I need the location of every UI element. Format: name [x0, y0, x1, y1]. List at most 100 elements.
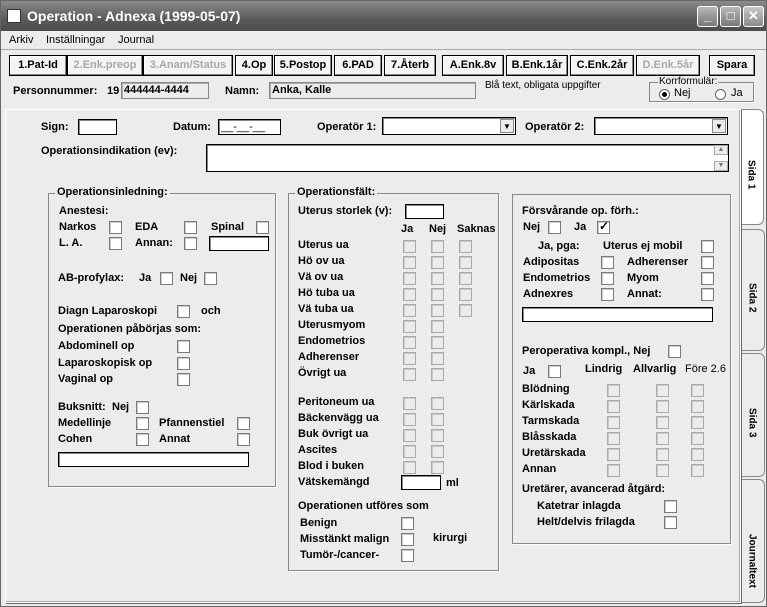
kompl-allvarlig-checkbox[interactable] [656, 416, 669, 429]
la-checkbox[interactable] [109, 237, 122, 250]
kompl-lindrig-checkbox[interactable] [607, 432, 620, 445]
falt-saknas-checkbox[interactable] [459, 304, 472, 317]
kompl-lindrig-checkbox[interactable] [607, 416, 620, 429]
falt-ja-checkbox[interactable] [403, 413, 416, 426]
falt-nej-checkbox[interactable] [431, 429, 444, 442]
falt-nej-checkbox[interactable] [431, 352, 444, 365]
nav-enk-1ar-button[interactable]: B.Enk.1år [506, 55, 568, 76]
vaginal-checkbox[interactable] [177, 373, 190, 386]
nav-aterb-button[interactable]: 7.Återb [384, 55, 436, 76]
falt-ja-checkbox[interactable] [403, 240, 416, 253]
kompl-lindrig-checkbox[interactable] [607, 448, 620, 461]
falt-nej-checkbox[interactable] [431, 288, 444, 301]
falt-nej-checkbox[interactable] [431, 397, 444, 410]
uterus-storlek-input[interactable] [405, 204, 444, 219]
annat-forsvar-checkbox[interactable] [701, 288, 714, 301]
kompl-fore-checkbox[interactable] [691, 464, 704, 477]
chevron-down-icon[interactable]: ▼ [712, 119, 726, 133]
menu-journal[interactable]: Journal [118, 34, 154, 46]
falt-ja-checkbox[interactable] [403, 336, 416, 349]
korr-nej-radio[interactable] [659, 89, 670, 100]
falt-nej-checkbox[interactable] [431, 336, 444, 349]
menu-arkiv[interactable]: Arkiv [9, 34, 33, 46]
falt-nej-checkbox[interactable] [431, 256, 444, 269]
kompl-fore-checkbox[interactable] [691, 432, 704, 445]
perop-ja-checkbox[interactable] [548, 365, 561, 378]
falt-nej-checkbox[interactable] [431, 368, 444, 381]
menu-installningar[interactable]: Inställningar [46, 34, 105, 46]
minimize-button[interactable]: _ [697, 6, 718, 27]
diagn-laparoskopi-checkbox[interactable] [177, 305, 190, 318]
close-button[interactable]: ✕ [743, 6, 764, 27]
adipositas-checkbox[interactable] [601, 256, 614, 269]
cohen-checkbox[interactable] [136, 433, 149, 446]
laparoskopisk-checkbox[interactable] [177, 357, 190, 370]
myom-checkbox[interactable] [701, 272, 714, 285]
annan-anestesi-checkbox[interactable] [184, 237, 197, 250]
kompl-lindrig-checkbox[interactable] [607, 384, 620, 397]
falt-saknas-checkbox[interactable] [459, 240, 472, 253]
benign-checkbox[interactable] [401, 517, 414, 530]
perop-nej-checkbox[interactable] [668, 345, 681, 358]
falt-ja-checkbox[interactable] [403, 429, 416, 442]
falt-nej-checkbox[interactable] [431, 304, 444, 317]
kompl-fore-checkbox[interactable] [691, 384, 704, 397]
forsvar-annat-input[interactable] [522, 307, 713, 322]
falt-saknas-checkbox[interactable] [459, 256, 472, 269]
ab-ja-checkbox[interactable] [160, 272, 173, 285]
kompl-lindrig-checkbox[interactable] [607, 464, 620, 477]
tab-sida-1[interactable]: Sida 1 [739, 109, 764, 225]
forsvar-ja-checkbox[interactable] [597, 219, 610, 234]
operator2-select[interactable]: ▼ [594, 117, 728, 135]
title-bar[interactable]: Operation - Adnexa (1999-05-07) _ □ ✕ [1, 1, 766, 31]
tumor-cancer-checkbox[interactable] [401, 549, 414, 562]
kompl-fore-checkbox[interactable] [691, 400, 704, 413]
pfannenstiel-checkbox[interactable] [237, 417, 250, 430]
ab-nej-checkbox[interactable] [204, 272, 217, 285]
falt-ja-checkbox[interactable] [403, 352, 416, 365]
abdominell-checkbox[interactable] [177, 340, 190, 353]
annan-anestesi-input[interactable] [209, 236, 269, 251]
nav-pat-id-button[interactable]: 1.Pat-Id [9, 55, 67, 76]
endometrios-forsvar-checkbox[interactable] [601, 272, 614, 285]
nav-postop-button[interactable]: 5.Postop [274, 55, 332, 76]
adnexres-checkbox[interactable] [601, 288, 614, 301]
falt-ja-checkbox[interactable] [403, 272, 416, 285]
kompl-allvarlig-checkbox[interactable] [656, 464, 669, 477]
falt-nej-checkbox[interactable] [431, 272, 444, 285]
falt-ja-checkbox[interactable] [403, 368, 416, 381]
falt-ja-checkbox[interactable] [403, 397, 416, 410]
falt-saknas-checkbox[interactable] [459, 288, 472, 301]
falt-saknas-checkbox[interactable] [459, 272, 472, 285]
kompl-allvarlig-checkbox[interactable] [656, 432, 669, 445]
frilagda-checkbox[interactable] [664, 516, 677, 529]
nav-op-button[interactable]: 4.Op [235, 55, 273, 76]
katetrar-checkbox[interactable] [664, 500, 677, 513]
nav-anam-status-button[interactable]: 3.Anam/Status [143, 55, 233, 76]
falt-ja-checkbox[interactable] [403, 320, 416, 333]
spinal-checkbox[interactable] [256, 221, 269, 234]
falt-ja-checkbox[interactable] [403, 256, 416, 269]
falt-nej-checkbox[interactable] [431, 461, 444, 474]
buksnitt-annat-input[interactable] [58, 452, 249, 467]
misstankt-malign-checkbox[interactable] [401, 533, 414, 546]
medellinje-checkbox[interactable] [136, 417, 149, 430]
falt-nej-checkbox[interactable] [431, 445, 444, 458]
vatskemangd-input[interactable] [401, 475, 441, 490]
nav-enk-preop-button[interactable]: 2.Enk.preop [67, 55, 143, 76]
falt-nej-checkbox[interactable] [431, 320, 444, 333]
falt-nej-checkbox[interactable] [431, 413, 444, 426]
operationsindikation-input[interactable]: ▲ ▼ [206, 144, 729, 172]
save-button[interactable]: Spara [709, 55, 755, 76]
kompl-allvarlig-checkbox[interactable] [656, 448, 669, 461]
forsvar-nej-checkbox[interactable] [548, 221, 561, 234]
nav-enk-8v-button[interactable]: A.Enk.8v [442, 55, 504, 76]
chevron-down-icon[interactable]: ▼ [500, 119, 514, 133]
eda-checkbox[interactable] [184, 221, 197, 234]
nav-enk-2ar-button[interactable]: C.Enk.2år [570, 55, 634, 76]
korr-ja-radio[interactable] [715, 89, 726, 100]
falt-nej-checkbox[interactable] [431, 240, 444, 253]
tab-journaltext[interactable]: Journaltext [740, 479, 765, 603]
narkos-checkbox[interactable] [109, 221, 122, 234]
buksnitt-nej-checkbox[interactable] [136, 401, 149, 414]
